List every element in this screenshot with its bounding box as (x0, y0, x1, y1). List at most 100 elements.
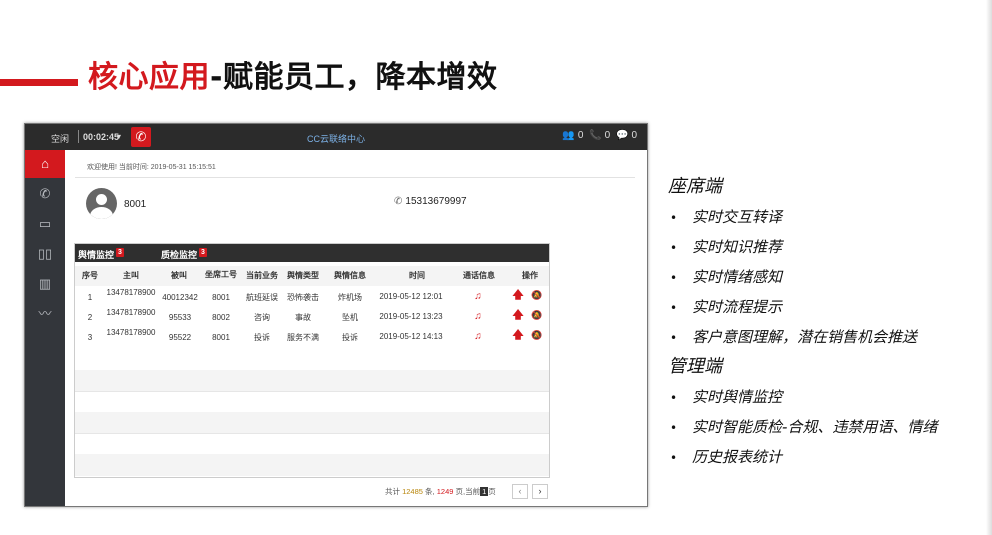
cell-business: 航班延误 (246, 293, 278, 302)
escalate-arrow-icon[interactable]: 🡅 (511, 330, 525, 341)
page-count: 1249 (436, 487, 454, 496)
users-icon[interactable]: 👥 (562, 130, 574, 141)
counters: 👥 0 📞 0 💬 0 (559, 130, 637, 141)
book-icon[interactable]: ▯▯ (25, 240, 65, 268)
manager-item-text: 历史报表统计 (692, 448, 783, 466)
cell-business: 投诉 (254, 333, 270, 342)
col-header: 序号 (82, 271, 98, 280)
pager-text: 条, (425, 487, 435, 496)
escalate-arrow-icon[interactable]: 🡅 (511, 290, 525, 301)
agent-id: 8001 (124, 199, 147, 210)
cell-callee: 95533 (168, 313, 192, 322)
title-accent-bar (0, 79, 78, 86)
col-header: 通话信息 (463, 271, 495, 280)
prev-page-icon[interactable]: ‹ (512, 484, 528, 499)
cell-time: 2019-05-12 12:01 (379, 292, 443, 301)
seat-section-title: 座席端 (668, 176, 722, 197)
table-row[interactable]: 1 13478178900 40012342 8001 航班延误 恐怖袭击 炸机… (75, 288, 549, 308)
pager-text: 页,当前 (455, 487, 481, 496)
cell-type: 恐怖袭击 (287, 293, 319, 302)
phone-value: 15313679997 (405, 196, 467, 207)
tab-quality-monitor[interactable]: 质检监控 3 (161, 248, 207, 261)
app-title: CC云联络中心 (307, 134, 365, 144)
chat-icon[interactable]: ▭ (25, 210, 65, 238)
col-header: 舆情类型 (287, 271, 319, 280)
cell-caller: 13478178900 (106, 288, 156, 297)
col-header: 当前业务 (246, 271, 278, 280)
cell-business: 咨询 (254, 313, 270, 322)
row-divider (75, 433, 549, 434)
col-header: 坐席工号 (205, 270, 237, 279)
cell-info: 炸机场 (338, 293, 362, 302)
tab-header: 舆情监控 3 质检监控 3 (75, 244, 549, 262)
tab-badge: 3 (199, 248, 207, 257)
users-count: 0 (577, 130, 584, 141)
col-header: 主叫 (123, 271, 139, 280)
message-icon[interactable]: 💬 (616, 130, 628, 141)
avatar (86, 188, 117, 219)
calls-count: 0 (604, 130, 611, 141)
cell-index: 1 (87, 293, 93, 302)
divider (75, 177, 635, 178)
bar-chart-icon[interactable]: ▥ (25, 270, 65, 298)
phone-icon[interactable]: ✆ (25, 180, 65, 208)
seat-item: • 实时流程提示 (670, 298, 783, 316)
home-icon[interactable]: ⌂ (25, 150, 65, 178)
cell-time: 2019-05-12 14:13 (379, 332, 443, 341)
escalate-arrow-icon[interactable]: 🡅 (511, 310, 525, 321)
phone-number: ✆ 15313679997 (394, 196, 467, 207)
headset-icon[interactable]: ♫ (468, 332, 488, 342)
cell-callee: 40012342 (162, 293, 198, 302)
tab-sentiment-monitor[interactable]: 舆情监控 3 (78, 248, 124, 261)
mute-bell-icon[interactable]: 🔕 (530, 311, 544, 320)
cell-agent: 8001 (212, 293, 230, 302)
cell-info: 坠机 (342, 313, 358, 322)
seat-item-text: 实时流程提示 (692, 298, 783, 316)
welcome-text: 欢迎使用! 当前时间: 2019-05-31 15:15:51 (87, 164, 216, 171)
cell-caller: 13478178900 (106, 328, 156, 337)
row-divider (75, 391, 549, 392)
col-header: 时间 (409, 271, 425, 280)
headset-icon[interactable]: ♫ (468, 312, 488, 322)
next-page-icon[interactable]: › (532, 484, 548, 499)
manager-item-text: 实时舆情监控 (692, 388, 783, 406)
pager-text: 页 (488, 487, 496, 496)
pagination-info: 共计 12485 条, 1249 页,当前 1 页 (385, 486, 496, 497)
cell-caller: 13478178900 (106, 308, 156, 317)
monitor-table-panel: 舆情监控 3 质检监控 3 序号 主叫 被叫 坐席工号 当前业务 舆情类型 舆情信息… (74, 243, 550, 478)
seat-item-text: 实时知识推荐 (692, 238, 783, 256)
cell-index: 2 (87, 313, 93, 322)
table-row[interactable]: 2 13478178900 95533 8002 咨询 事故 坠机 2019-0… (75, 308, 549, 328)
cell-callee: 95522 (168, 333, 192, 342)
phone-icon[interactable]: 📞 (589, 130, 601, 141)
slide-title: 核心应用-赋能员工，降本增效 (88, 52, 497, 96)
empty-row (75, 454, 549, 476)
line-chart-icon[interactable]: 〰 (25, 300, 65, 328)
manager-item-text: 实时智能质检-合规、违禁用语、情绪 (692, 418, 938, 436)
empty-row (75, 370, 549, 391)
cell-info: 投诉 (342, 333, 358, 342)
seat-item-text: 实时交互转译 (692, 208, 783, 226)
manager-item: • 实时舆情监控 (670, 388, 783, 406)
mute-bell-icon[interactable]: 🔕 (530, 331, 544, 340)
cell-agent: 8002 (212, 313, 230, 322)
app-screenshot: 空闲 00:02:45 ▾ ✆ CC云联络中心 👥 0 📞 0 💬 0 ⌂ ✆ ▭ ▯… (24, 123, 648, 507)
seat-item-text: 客户意图理解，潜在销售机会推送 (692, 328, 918, 346)
col-header: 被叫 (171, 271, 187, 280)
headset-icon[interactable]: ♫ (468, 292, 488, 302)
cell-type: 服务不满 (287, 333, 319, 342)
seat-item: • 实时知识推荐 (670, 238, 783, 256)
title-rest: -赋能员工，降本增效 (210, 60, 498, 95)
mute-bell-icon[interactable]: 🔕 (530, 291, 544, 300)
tab-label: 舆情监控 (78, 250, 115, 260)
tab-badge: 3 (116, 248, 124, 257)
pager-text: 共计 (385, 487, 400, 496)
table-row[interactable]: 3 13478178900 95522 8001 投诉 服务不满 投诉 2019… (75, 328, 549, 348)
cell-type: 事故 (295, 313, 311, 322)
seat-item: • 实时情绪感知 (670, 268, 783, 286)
top-bar: 空闲 00:02:45 ▾ ✆ CC云联络中心 👥 0 📞 0 💬 0 (25, 124, 647, 150)
messages-count: 0 (631, 130, 637, 141)
phone-icon: ✆ (394, 196, 403, 207)
empty-row (75, 412, 549, 433)
col-header: 操作 (522, 271, 538, 280)
